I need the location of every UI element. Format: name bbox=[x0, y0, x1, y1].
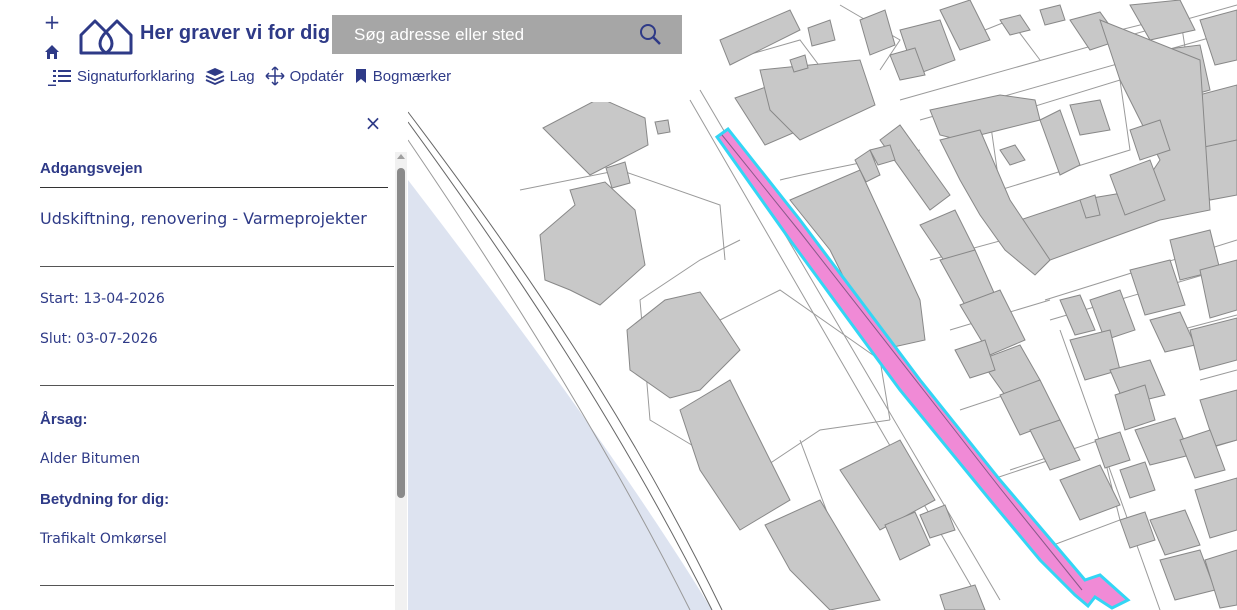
zoom-in-button[interactable]: + bbox=[40, 10, 64, 34]
menu-bookmarks-label: Bogmærker bbox=[372, 67, 452, 85]
menu-layers-label: Lag bbox=[229, 67, 255, 85]
project-type: Udskiftning, renovering - Varmeprojekter bbox=[40, 209, 367, 228]
divider bbox=[40, 385, 394, 386]
menu-update-label: Opdatér bbox=[289, 67, 344, 85]
layers-icon bbox=[205, 68, 224, 85]
list-icon bbox=[53, 70, 71, 82]
search-input[interactable] bbox=[332, 15, 632, 54]
road-name: Adgangsvejen bbox=[40, 160, 143, 177]
menu-bar: Signaturforklaring Lag Opdatér Bogmærker bbox=[52, 64, 461, 88]
scrollbar-thumb[interactable] bbox=[397, 168, 405, 498]
search-box bbox=[332, 15, 682, 54]
home-icon bbox=[45, 45, 59, 59]
search-icon[interactable] bbox=[638, 22, 664, 48]
bookmark-icon bbox=[355, 69, 366, 83]
close-icon[interactable]: × bbox=[363, 113, 383, 133]
divider bbox=[40, 266, 394, 267]
move-icon bbox=[265, 66, 285, 86]
scroll-up-icon[interactable] bbox=[397, 154, 405, 159]
menu-legend[interactable]: Signaturforklaring bbox=[52, 68, 195, 85]
home-button[interactable] bbox=[40, 40, 64, 64]
impact-value: Trafikalt Omkørsel bbox=[40, 531, 167, 547]
reason-heading: Årsag: bbox=[40, 411, 88, 428]
reason-value: Alder Bitumen bbox=[40, 451, 141, 467]
menu-legend-label: Signaturforklaring bbox=[77, 67, 195, 85]
menu-update[interactable]: Opdatér bbox=[265, 66, 344, 86]
divider bbox=[40, 585, 394, 586]
impact-heading: Betydning for dig: bbox=[40, 491, 170, 508]
end-date: Slut: 03-07-2026 bbox=[40, 331, 158, 347]
menu-bookmarks[interactable]: Bogmærker bbox=[354, 68, 451, 85]
menu-layers[interactable]: Lag bbox=[205, 67, 255, 85]
logo-icon[interactable] bbox=[78, 16, 134, 56]
start-date: Start: 13-04-2026 bbox=[40, 291, 165, 307]
info-panel: × Adgangsvejen Udskiftning, renovering -… bbox=[0, 102, 408, 610]
app-title[interactable]: Her graver vi for dig bbox=[140, 22, 330, 45]
divider bbox=[40, 187, 388, 188]
